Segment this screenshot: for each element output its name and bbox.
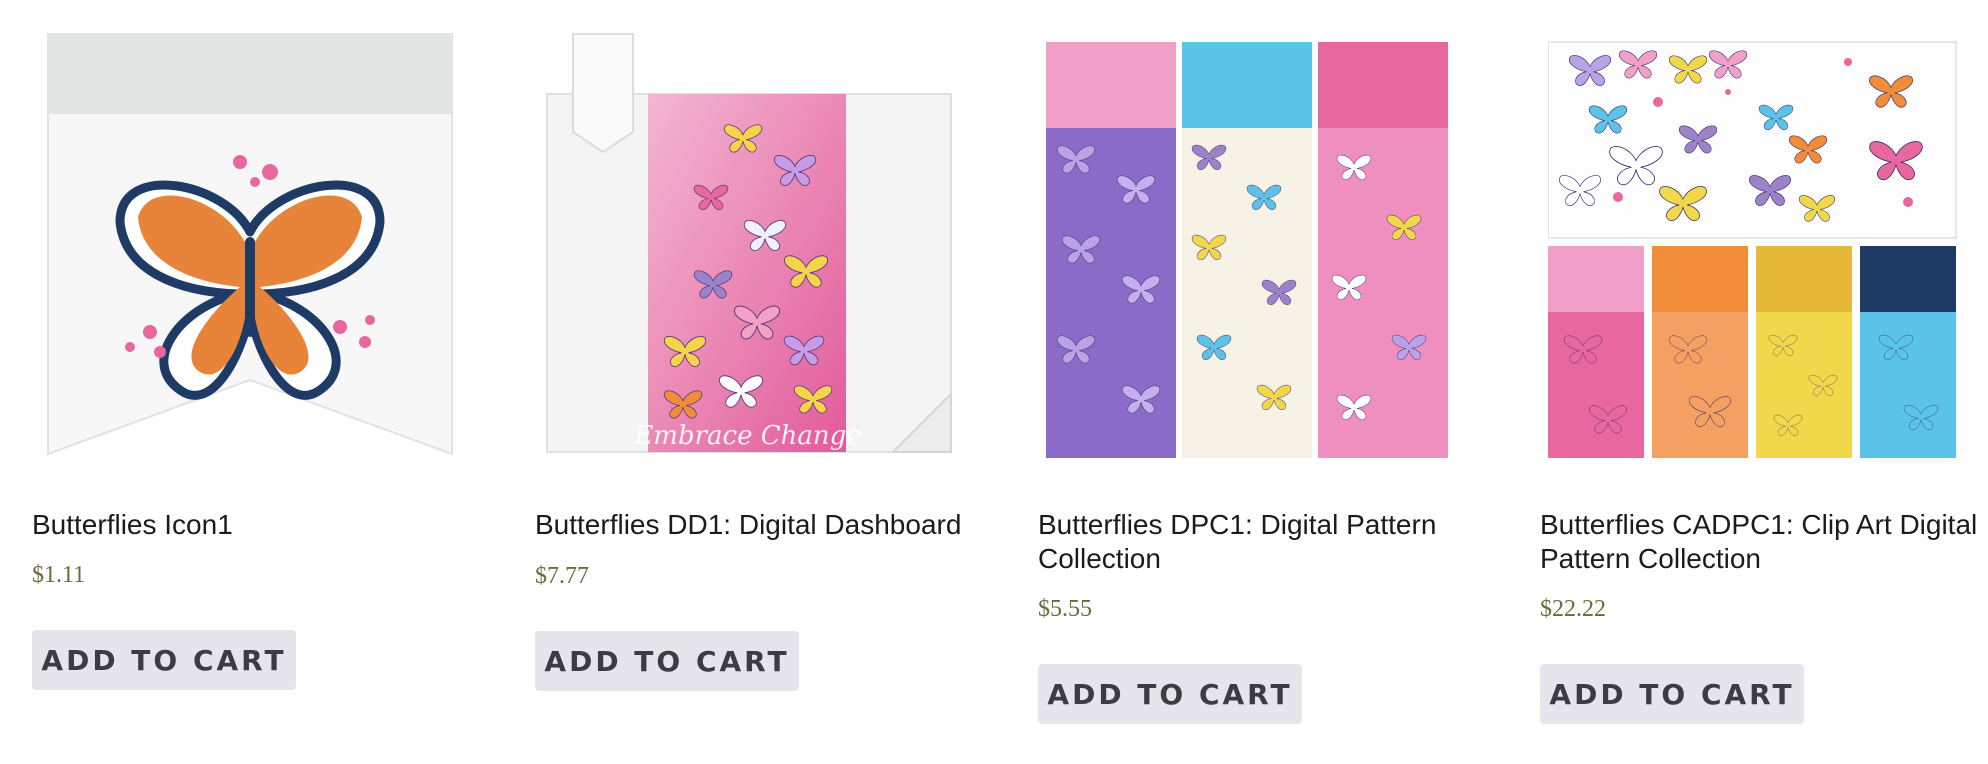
product-title[interactable]: Butterflies Icon1 xyxy=(32,508,472,542)
product-image[interactable] xyxy=(1548,32,1968,462)
add-to-cart-button[interactable]: ADD TO CART xyxy=(32,630,296,690)
product-price: $7.77 xyxy=(535,563,589,589)
product-price: $5.55 xyxy=(1038,596,1092,622)
embrace-change-text: Embrace Change xyxy=(633,421,861,451)
add-to-cart-button[interactable]: ADD TO CART xyxy=(1038,664,1302,724)
product-price: $22.22 xyxy=(1540,596,1606,622)
product-image[interactable]: Embrace Change xyxy=(543,32,963,462)
product-title[interactable]: Butterflies DD1: Digital Dashboard xyxy=(535,508,975,542)
product-price: $1.11 xyxy=(32,562,86,588)
add-to-cart-button[interactable]: ADD TO CART xyxy=(1540,664,1804,724)
product-image[interactable] xyxy=(1046,32,1466,462)
product-image[interactable] xyxy=(40,32,460,462)
product-title[interactable]: Butterflies CADPC1: Clip Art Digital Pat… xyxy=(1540,508,1980,576)
add-to-cart-button[interactable]: ADD TO CART xyxy=(535,631,799,691)
product-title[interactable]: Butterflies DPC1: Digital Pattern Collec… xyxy=(1038,508,1478,576)
